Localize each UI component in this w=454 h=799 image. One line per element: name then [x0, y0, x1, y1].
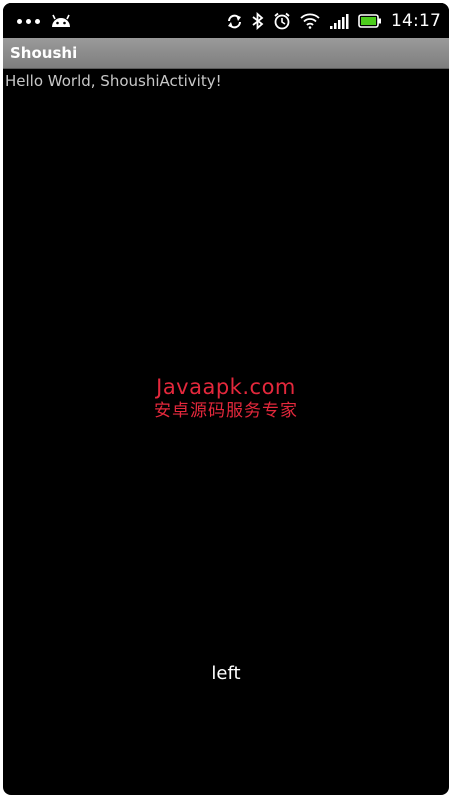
watermark-line1: Javaapk.com — [156, 375, 296, 399]
status-bar: 14:17 — [3, 3, 449, 38]
hello-text: Hello World, ShoushiActivity! — [5, 72, 222, 90]
status-left — [17, 12, 72, 30]
device-frame: 14:17 Shoushi Hello World, ShoushiActivi… — [0, 0, 454, 799]
battery-icon — [358, 14, 382, 28]
wifi-icon — [300, 13, 320, 29]
bluetooth-icon — [252, 12, 264, 30]
overflow-dots-icon — [17, 18, 40, 24]
watermark: Javaapk.com 安卓源码服务专家 — [3, 374, 449, 422]
alarm-icon — [273, 12, 291, 30]
app-title-bar: Shoushi — [3, 38, 449, 69]
status-time: 14:17 — [391, 11, 441, 31]
status-right: 14:17 — [226, 11, 441, 31]
signal-icon — [329, 13, 349, 29]
watermark-line2: 安卓源码服务专家 — [154, 401, 298, 421]
app-title: Shoushi — [10, 44, 78, 62]
sync-icon — [226, 13, 243, 30]
android-icon — [50, 13, 72, 29]
gesture-direction-label: left — [211, 663, 241, 684]
screen: 14:17 Shoushi Hello World, ShoushiActivi… — [3, 3, 449, 795]
